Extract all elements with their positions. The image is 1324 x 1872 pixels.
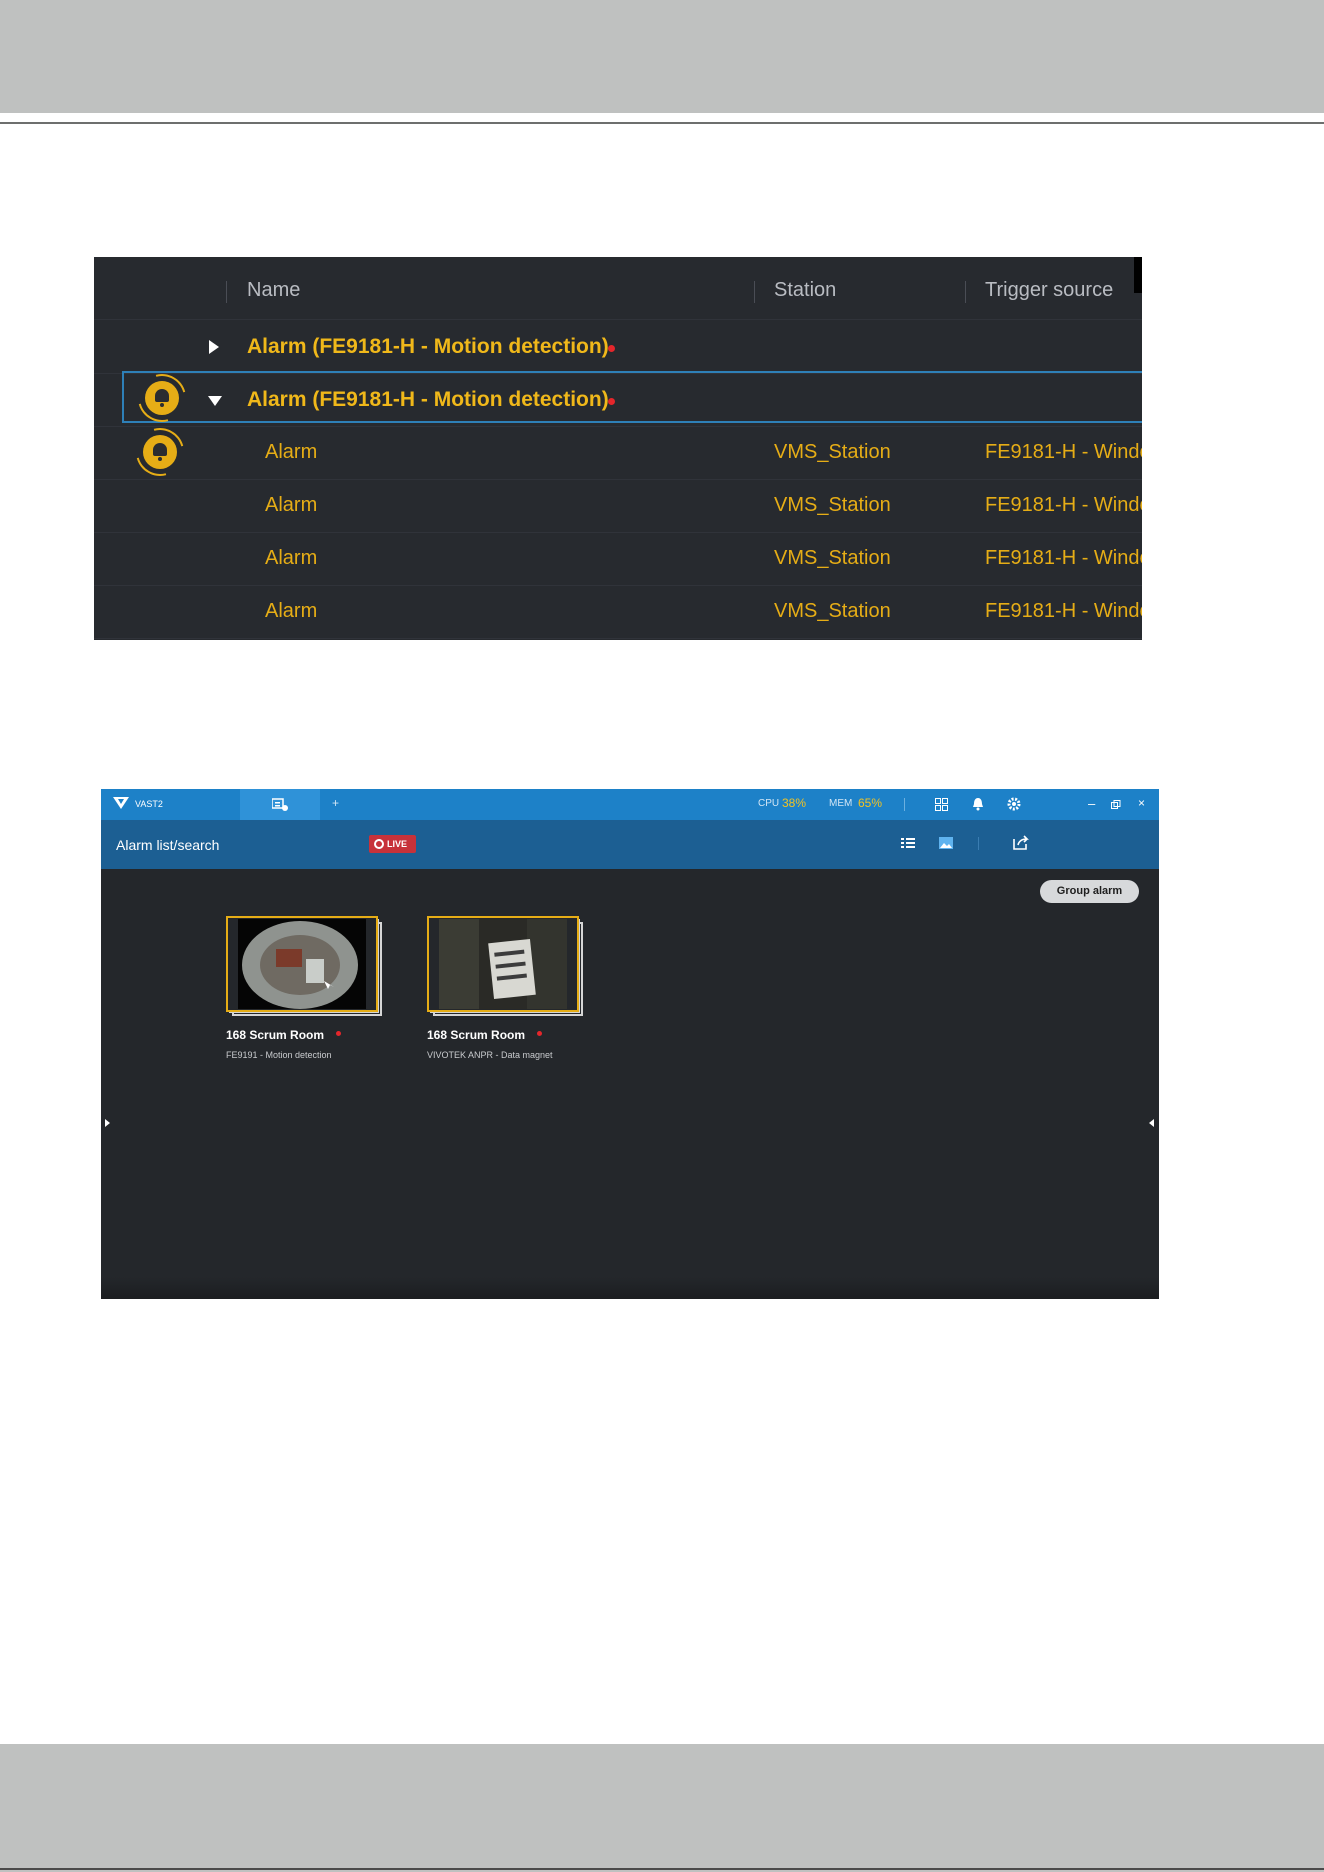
settings-icon[interactable] (1007, 797, 1021, 811)
camera-image (439, 919, 567, 1009)
add-tab-icon[interactable]: + (332, 796, 339, 810)
card-frame (427, 916, 579, 1012)
thumbnail-view-icon[interactable] (939, 837, 953, 849)
column-station-header[interactable]: Station (774, 279, 836, 302)
alarm-name: Alarm (265, 441, 318, 463)
unread-dot (537, 1031, 542, 1036)
alarm-name: Alarm (265, 494, 318, 516)
alarm-station: VMS_Station (774, 600, 891, 622)
alarm-tab-icon (272, 798, 288, 811)
separator (978, 837, 979, 850)
alarm-trigger: FE9181-H - Windo... (985, 600, 1142, 622)
live-label: LIVE (387, 839, 408, 849)
expand-arrow-icon[interactable] (209, 340, 219, 354)
app-name: VAST2 (135, 799, 163, 809)
list-view-icon[interactable] (901, 837, 915, 849)
alarm-trigger: FE9181-H - Windo... (985, 547, 1142, 569)
export-icon[interactable] (1013, 834, 1029, 850)
bottom-shade (101, 1277, 1159, 1299)
alarm-list-screenshot: Name Station Trigger source Alarm (FE918… (94, 257, 1142, 640)
alarm-row[interactable]: Alarm VMS_Station FE9181-H - Windo... (94, 426, 1142, 480)
alarm-station: VMS_Station (774, 494, 891, 516)
card-frame (226, 916, 378, 1012)
snapshot-image (439, 919, 567, 1009)
column-separator (965, 281, 966, 303)
alarm-snapshot-card[interactable] (427, 916, 583, 1016)
close-icon[interactable]: × (1138, 796, 1145, 810)
unread-dot (336, 1031, 341, 1036)
page-title: Alarm list/search (116, 837, 220, 853)
expand-left-panel-arrow[interactable] (105, 1119, 110, 1127)
alarm-station: VMS_Station (774, 547, 891, 569)
alarm-trigger: FE9181-H - Windo... (985, 441, 1142, 463)
column-separator (754, 281, 755, 303)
cpu-value: 38% (782, 796, 807, 810)
footer-rule (0, 1868, 1324, 1870)
alarm-station: VMS_Station (774, 441, 891, 463)
group-alarm-button[interactable]: Group alarm (1040, 880, 1139, 903)
alarm-group-label: Alarm (FE9181-H - Motion detection) (247, 335, 609, 358)
page-subheader: Alarm list/search LIVE (101, 820, 1159, 869)
alarm-name: Alarm (265, 547, 318, 569)
card-title: 168 Scrum Room (226, 1028, 325, 1042)
column-name-header[interactable]: Name (247, 279, 300, 302)
restore-icon[interactable] (1111, 800, 1121, 810)
column-trigger-header[interactable]: Trigger source (985, 279, 1113, 302)
alarm-snapshot-card[interactable] (226, 916, 382, 1016)
bell-icon[interactable] (972, 797, 984, 811)
expand-right-panel-arrow[interactable] (1149, 1119, 1154, 1127)
title-bar: VAST2 + CPU 38% MEM 65% – × (101, 789, 1159, 820)
bell-icon[interactable] (143, 435, 177, 469)
unread-dot (608, 345, 615, 352)
fisheye-image (238, 919, 366, 1009)
page-header-band (0, 0, 1324, 113)
tab-alarm[interactable] (240, 789, 320, 820)
snapshot-image (238, 919, 366, 1009)
bell-icon[interactable] (145, 381, 179, 415)
alarm-list-header: Name Station Trigger source (94, 257, 1142, 320)
separator (904, 798, 905, 811)
live-record-icon (374, 839, 384, 849)
mem-label: MEM (829, 798, 853, 809)
alarm-name: Alarm (265, 600, 318, 622)
header-rule (0, 122, 1324, 124)
alarm-row[interactable]: Alarm VMS_Station FE9181-H - Windo... (94, 532, 1142, 586)
layout-icon[interactable] (935, 798, 948, 811)
minimize-icon[interactable]: – (1088, 796, 1095, 811)
cpu-label: CPU (758, 798, 780, 809)
alarm-row[interactable]: Alarm VMS_Station FE9181-H - Windo... (94, 585, 1142, 639)
page-footer-band (0, 1744, 1324, 1872)
card-subtitle: FE9191 - Motion detection (226, 1050, 332, 1060)
vast-window-screenshot: VAST2 + CPU 38% MEM 65% – × Alarm list/s… (101, 789, 1159, 1299)
live-button[interactable]: LIVE (369, 835, 416, 853)
alarm-group-row[interactable]: Alarm (FE9181-H - Motion detection) (94, 320, 1142, 374)
alarm-row[interactable]: Alarm VMS_Station FE9181-H - Windo... (94, 479, 1142, 533)
alarm-trigger: FE9181-H - Windo... (985, 494, 1142, 516)
card-title: 168 Scrum Room (427, 1028, 526, 1042)
card-subtitle: VIVOTEK ANPR - Data magnet (427, 1050, 553, 1060)
selected-row-outline (122, 371, 1142, 423)
mem-value: 65% (858, 796, 883, 810)
column-separator (226, 281, 227, 303)
logo-icon (113, 797, 129, 809)
